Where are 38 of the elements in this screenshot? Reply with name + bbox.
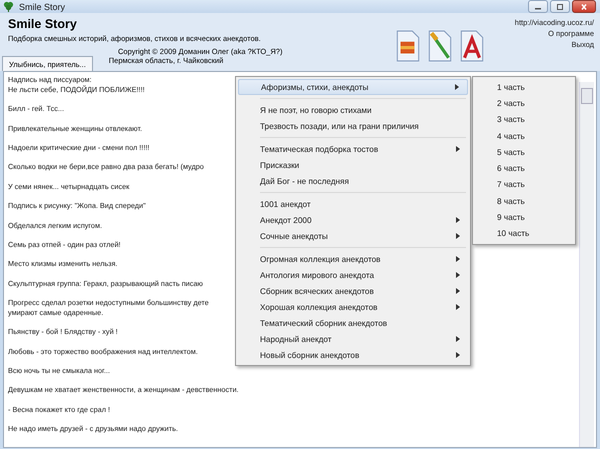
menu-item[interactable]: Сочные анекдоты [238, 228, 468, 244]
menu-item[interactable]: 4 часть [475, 128, 573, 144]
menu-item[interactable]: Хорошая коллекция анекдотов [238, 299, 468, 315]
menu-item[interactable]: 10 часть [475, 226, 573, 242]
close-button[interactable] [572, 0, 596, 13]
menu-item[interactable]: Анекдот 2000 [238, 212, 468, 228]
document-font-icon[interactable] [458, 30, 485, 62]
menu-item[interactable]: 3 часть [475, 112, 573, 128]
minimize-button[interactable] [528, 0, 548, 13]
menu-item[interactable]: 1001 анекдот [238, 196, 468, 212]
window-title: Smile Story [19, 2, 66, 12]
menu-item[interactable]: 7 часть [475, 176, 573, 194]
close-icon [579, 2, 589, 10]
menu-item[interactable]: Присказки [238, 157, 468, 173]
menu-item[interactable]: Народный анекдот [238, 331, 468, 347]
menu-item[interactable]: Дай Бог - не последняя [238, 173, 468, 189]
clover-icon [3, 1, 14, 12]
scrollbar[interactable] [579, 82, 594, 447]
menu-item[interactable]: Афоризмы, стихи, анекдоты [238, 79, 468, 95]
menu-item[interactable]: Сборник всяческих анекдотов [238, 283, 468, 299]
menu-item[interactable]: 9 часть [475, 209, 573, 226]
menu-item[interactable]: 8 часть [475, 193, 573, 210]
menu-item[interactable]: Тематический сборник анекдотов [238, 315, 468, 331]
menu-item[interactable]: Новый сборник анекдотов [238, 347, 468, 363]
menu-item[interactable]: 5 часть [475, 144, 573, 160]
document-brush-icon[interactable] [426, 30, 453, 62]
menu-item[interactable]: 6 часть [475, 160, 573, 177]
menu-item[interactable]: Тематическая подборка тостов [238, 141, 468, 157]
app-title: Smile Story [8, 17, 78, 31]
maximize-button[interactable] [550, 0, 570, 13]
document-image-icon[interactable] [394, 30, 421, 62]
menu-item[interactable]: 1 часть [475, 79, 573, 96]
menu-item[interactable]: Антология мирового анекдота [238, 267, 468, 283]
menu-item[interactable]: 2 часть [475, 95, 573, 112]
menu-item[interactable]: Трезвость позади, или на грани приличия [238, 118, 468, 134]
menu-item[interactable]: Огромная коллекция анекдотов [238, 251, 468, 267]
menu-item[interactable]: Я не поэт, но говорю стихами [238, 102, 468, 118]
maximize-icon [555, 2, 565, 10]
